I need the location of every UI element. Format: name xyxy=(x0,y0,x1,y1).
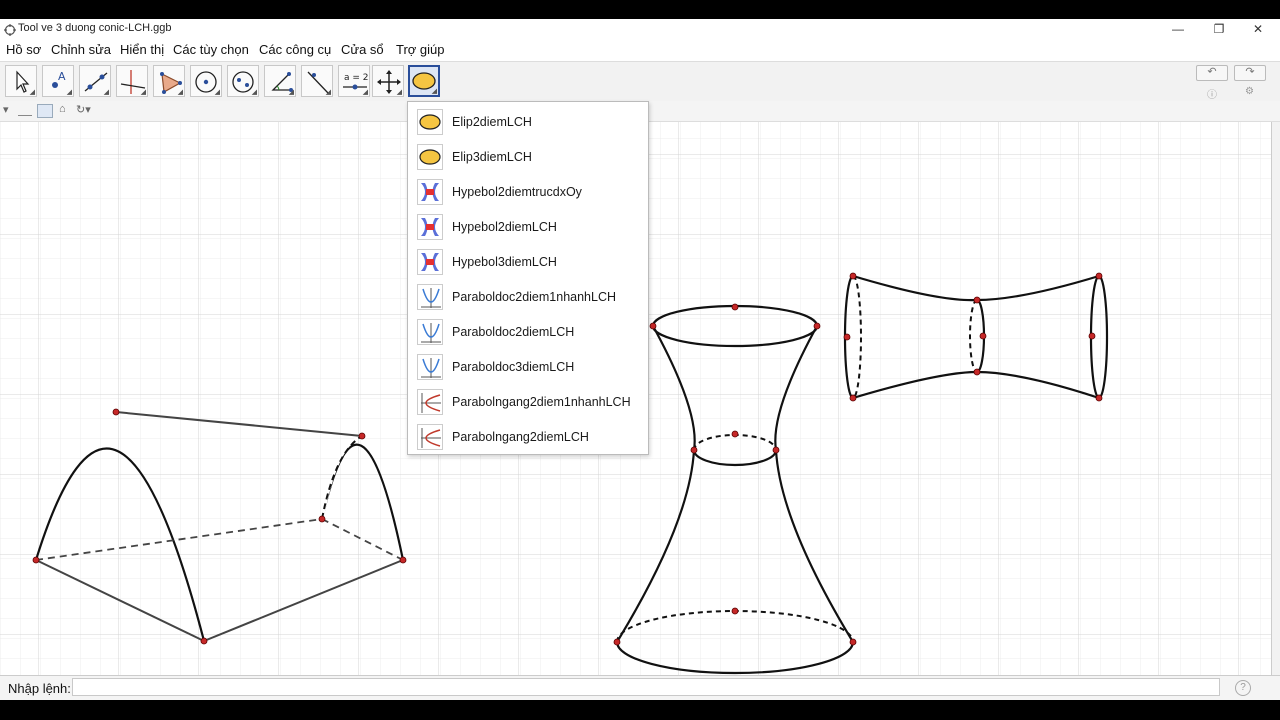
dropdown-item-label: Parabolngang2diemLCH xyxy=(452,430,589,444)
dropdown-item-label: Paraboldoc3diemLCH xyxy=(452,360,575,374)
conic-tool-button[interactable]: ◢ xyxy=(227,65,259,97)
parabola-vertical-icon xyxy=(417,284,443,310)
dropdown-item-label: Parabolngang2diem1nhanhLCH xyxy=(452,395,631,409)
menu-edit[interactable]: Chỉnh sửa xyxy=(51,42,111,57)
svg-text:A: A xyxy=(58,70,66,83)
perpendicular-tool-button[interactable]: ◢ xyxy=(116,65,148,97)
dropdown-item-label: Hypebol2diemLCH xyxy=(452,220,557,234)
maximize-button[interactable]: ❐ xyxy=(1205,21,1233,37)
menu-help[interactable]: Trợ giúp xyxy=(396,42,445,57)
dropdown-item-hypebol2diem[interactable]: Hypebol2diemLCH xyxy=(408,210,648,245)
dropdown-item-hypebol3diem[interactable]: Hypebol3diemLCH xyxy=(408,245,648,280)
custom-tools-dropdown: Elip2diemLCH Elip3diemLCH Hypebol2diemtr… xyxy=(407,101,649,455)
dropdown-item-label: Hypebol3diemLCH xyxy=(452,255,557,269)
toolbar: ◢ A ◢ ◢ ◢ ◢ ◢ ◢ ◢ ◢ a = 2 ◢ ◢ ◢ ↶ ↷ ⓘ ⚙ xyxy=(0,61,1280,102)
input-label: Nhập lệnh: xyxy=(8,681,71,696)
undo-button[interactable]: ↶ xyxy=(1196,65,1228,81)
move-view-tool-button[interactable]: ◢ xyxy=(372,65,404,97)
point-tool-button[interactable]: A ◢ xyxy=(42,65,74,97)
grid-toggle-icon[interactable] xyxy=(37,104,53,118)
settings-gear-icon[interactable]: ⚙ xyxy=(1245,86,1254,97)
circle-tool-button[interactable]: ◢ xyxy=(190,65,222,97)
dropdown-item-hypebol2diemtrucdxoy[interactable]: Hypebol2diemtrucdxOy xyxy=(408,175,648,210)
title-bar: Tool ve 3 duong conic-LCH.ggb — ❐ ✕ xyxy=(0,19,1280,39)
parabola-vertical-icon xyxy=(417,319,443,345)
polygon-tool-button[interactable]: ◢ xyxy=(153,65,185,97)
reflect-tool-button[interactable]: ◢ xyxy=(301,65,333,97)
dropdown-item-label: Elip2diemLCH xyxy=(452,115,532,129)
dropdown-item-paraboldoc3diem[interactable]: Paraboldoc3diemLCH xyxy=(408,350,648,385)
angle-tool-button[interactable]: ◢ xyxy=(264,65,296,97)
menu-window[interactable]: Cửa sổ xyxy=(341,42,384,57)
stylebar-toggle-icon[interactable]: ▾ xyxy=(3,103,9,116)
input-bar: Nhập lệnh: ? xyxy=(0,675,1280,700)
dropdown-item-paraboldoc2diem[interactable]: Paraboldoc2diemLCH xyxy=(408,315,648,350)
custom-conic-tool-button[interactable]: ◢ xyxy=(408,65,440,97)
minimize-button[interactable]: — xyxy=(1164,21,1192,37)
dropdown-item-paraboldoc2diem1nhanh[interactable]: Paraboldoc2diem1nhanhLCH xyxy=(408,280,648,315)
menu-bar: Hồ sơ Chỉnh sửa Hiển thị Các tùy chọn Cá… xyxy=(0,39,1280,61)
axes-toggle-icon[interactable] xyxy=(18,105,32,116)
hyperbola-icon xyxy=(417,249,443,275)
redo-button[interactable]: ↷ xyxy=(1234,65,1266,81)
menu-options[interactable]: Các tùy chọn xyxy=(173,42,249,57)
help-small-icon[interactable]: ⓘ xyxy=(1207,86,1217,101)
slider-tool-button[interactable]: a = 2 ◢ xyxy=(338,65,370,97)
parabola-horizontal-icon xyxy=(417,389,443,415)
refresh-icon[interactable]: ↻▾ xyxy=(76,103,91,116)
window-title: Tool ve 3 duong conic-LCH.ggb xyxy=(18,22,172,34)
parabola-vertical-icon xyxy=(417,354,443,380)
command-input[interactable] xyxy=(72,678,1220,696)
input-help-icon[interactable]: ? xyxy=(1235,680,1251,696)
ellipse-icon xyxy=(417,144,443,170)
svg-text:a = 2: a = 2 xyxy=(344,73,369,83)
hyperbola-icon xyxy=(417,179,443,205)
menu-file[interactable]: Hồ sơ xyxy=(6,42,41,57)
dropdown-item-elip3diem[interactable]: Elip3diemLCH xyxy=(408,140,648,175)
home-icon[interactable]: ⌂ xyxy=(59,103,66,115)
dropdown-item-elip2diem[interactable]: Elip2diemLCH xyxy=(408,105,648,140)
dropdown-item-label: Paraboldoc2diem1nhanhLCH xyxy=(452,290,617,304)
ellipse-icon xyxy=(417,109,443,135)
line-tool-button[interactable]: ◢ xyxy=(79,65,111,97)
app-window: Tool ve 3 duong conic-LCH.ggb — ❐ ✕ Hồ s… xyxy=(0,19,1280,700)
dropdown-item-parabolngang2diem1nhanh[interactable]: Parabolngang2diem1nhanhLCH xyxy=(408,385,648,420)
dropdown-item-label: Hypebol2diemtrucdxOy xyxy=(452,185,582,199)
dropdown-item-parabolngang2diem[interactable]: Parabolngang2diemLCH xyxy=(408,420,648,455)
move-tool-button[interactable]: ◢ xyxy=(5,65,37,97)
side-collapse-strip[interactable] xyxy=(1271,122,1280,682)
dropdown-item-label: Elip3diemLCH xyxy=(452,150,532,164)
close-button[interactable]: ✕ xyxy=(1244,21,1272,37)
hyperbola-icon xyxy=(417,214,443,240)
dropdown-item-label: Paraboldoc2diemLCH xyxy=(452,325,575,339)
ellipse-icon xyxy=(412,72,436,90)
parabola-horizontal-icon xyxy=(417,424,443,450)
menu-tools[interactable]: Các công cụ xyxy=(259,42,331,57)
menu-view[interactable]: Hiển thị xyxy=(120,42,164,57)
